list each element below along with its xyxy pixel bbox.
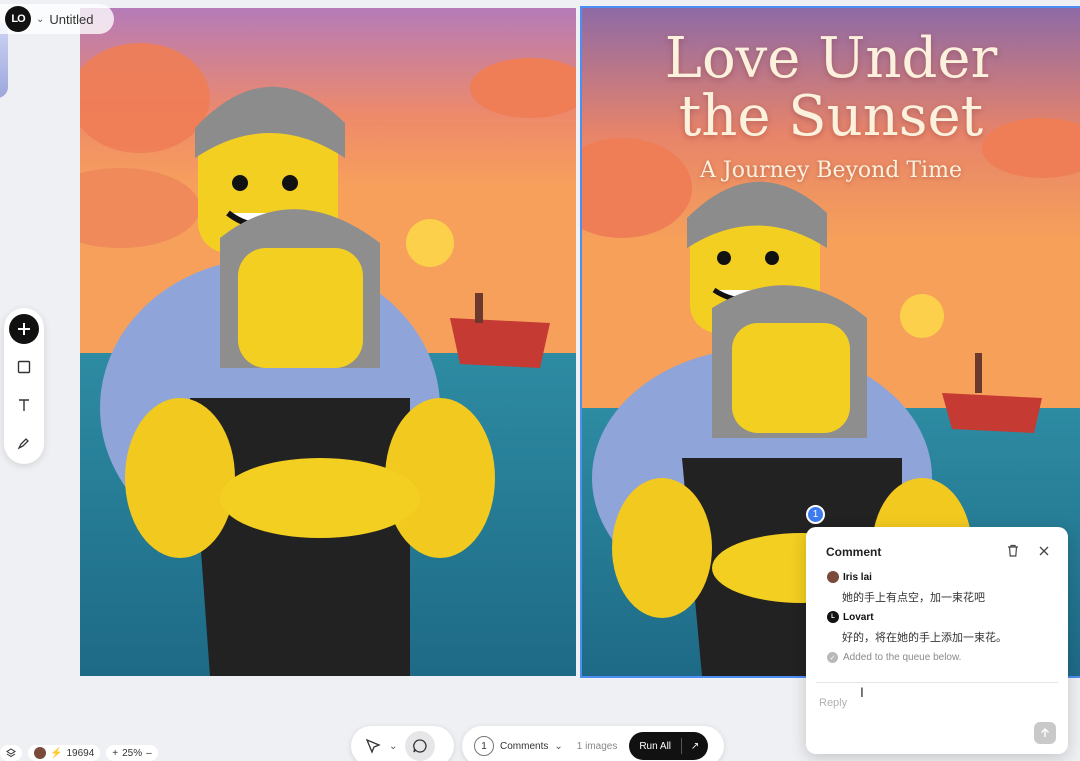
layers-icon (6, 748, 16, 758)
comment-queue-bar: 1 Comments ⌄ 1 images Run All ↗ (462, 726, 724, 761)
rectangle-tool[interactable] (9, 352, 39, 382)
comment-text: 好的，将在她的手上添加一束花。 (842, 632, 1007, 644)
zoom-in-button[interactable]: + (112, 748, 118, 759)
comment-mode-button[interactable] (405, 731, 436, 761)
app-logo[interactable]: LO (5, 6, 31, 32)
plus-icon (18, 323, 30, 335)
avatar (34, 747, 46, 759)
zoom-level: 25% (122, 747, 143, 759)
poster-title-line-2: the Sunset (678, 84, 984, 149)
divider (816, 682, 1058, 683)
poster-title-line-1: Love Under (664, 26, 998, 91)
lovart-avatar: L (827, 611, 839, 623)
select-arrow-icon[interactable] (365, 738, 381, 754)
chevron-down-icon[interactable]: ⌄ (36, 14, 44, 25)
text-tool[interactable] (9, 390, 39, 420)
zoom-control[interactable]: + 25% – (106, 745, 158, 761)
chevron-down-icon[interactable]: ⌄ (389, 741, 397, 752)
left-toolbar (4, 308, 44, 464)
mode-toolbar: ⌄ (351, 726, 454, 761)
comment-author: Lovart (843, 611, 874, 623)
credits-badge[interactable]: ⚡ 19694 (28, 745, 101, 761)
images-count: 1 images (576, 740, 618, 752)
avatar (827, 571, 839, 583)
reply-input[interactable]: Reply (819, 697, 847, 709)
expand-arrow-icon[interactable]: ↗ (682, 741, 708, 752)
send-button[interactable] (1034, 722, 1056, 744)
queue-status-text: Added to the queue below. (843, 652, 962, 663)
poster-subtitle: A Journey Beyond Time (700, 158, 962, 183)
bottom-left-controls: ⚡ 19694 + 25% – (0, 745, 158, 761)
comment-message: L Lovart 好的，将在她的手上添加一束花。 (827, 611, 1007, 645)
check-icon: ✓ (827, 652, 838, 663)
text-icon (19, 399, 29, 411)
queue-status: ✓ Added to the queue below. (827, 652, 961, 663)
comment-panel: Comment Iris lai 她的手上有点空，加一束花吧 L Lovart … (806, 527, 1068, 754)
comment-message: Iris lai 她的手上有点空，加一束花吧 (827, 571, 985, 605)
text-cursor-icon: I (860, 684, 864, 700)
generated-image-original[interactable] (80, 8, 576, 676)
credits-count: 19694 (66, 747, 95, 759)
poster-title: Love Under the Sunset (582, 30, 1080, 146)
comment-marker[interactable]: 1 (806, 505, 825, 524)
close-comment-button[interactable] (1038, 544, 1050, 562)
project-title-bar[interactable]: LO ⌄ Untitled (0, 4, 114, 34)
comment-text: 她的手上有点空，加一束花吧 (842, 592, 985, 604)
comments-dropdown[interactable]: Comments (500, 741, 548, 752)
trash-icon (1008, 544, 1018, 557)
chevron-down-icon[interactable]: ⌄ (554, 741, 562, 752)
arrow-up-icon (1041, 728, 1049, 737)
square-icon (17, 360, 31, 374)
chat-bubble-icon (413, 739, 427, 753)
lightning-icon: ⚡ (50, 747, 63, 759)
pen-tool[interactable] (9, 428, 39, 458)
comment-author: Iris lai (843, 571, 872, 583)
run-all-label: Run All (639, 740, 672, 752)
comment-count: 1 (474, 736, 494, 756)
delete-comment-button[interactable] (1007, 544, 1019, 562)
zoom-out-button[interactable]: – (146, 748, 152, 759)
project-title[interactable]: Untitled (49, 12, 93, 27)
add-button[interactable] (9, 314, 39, 344)
run-all-button[interactable]: Run All ↗ (629, 732, 709, 760)
lego-couple-image (80, 8, 576, 676)
comment-heading: Comment (826, 545, 882, 559)
layers-button[interactable] (0, 745, 22, 761)
pen-icon (17, 438, 29, 450)
close-icon (1039, 546, 1049, 556)
